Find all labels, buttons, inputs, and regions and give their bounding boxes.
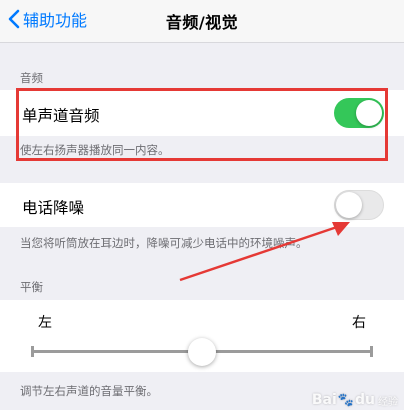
mono-audio-toggle[interactable] bbox=[334, 98, 384, 128]
phone-noise-toggle[interactable] bbox=[334, 190, 384, 220]
slider-tick-right bbox=[370, 346, 373, 357]
phone-noise-footer: 当您将听筒放在耳边时，降噪可减少电话中的环境噪声。 bbox=[20, 236, 308, 250]
balance-footer: 调节左右声道的音量平衡。 bbox=[20, 384, 158, 398]
phone-noise-label: 电话降噪 bbox=[22, 199, 85, 217]
toggle-knob bbox=[336, 192, 362, 218]
balance-slider-thumb[interactable] bbox=[188, 338, 216, 366]
watermark-sub: 经验 bbox=[378, 396, 398, 408]
toggle-knob bbox=[356, 100, 382, 126]
balance-left-label: 左 bbox=[38, 315, 52, 331]
section-header-audio: 音频 bbox=[20, 71, 43, 85]
baidu-watermark: Bai 🐾 du 经验 bbox=[312, 392, 398, 408]
balance-right-label: 右 bbox=[352, 315, 366, 331]
slider-tick-left bbox=[31, 346, 34, 357]
mono-audio-label: 单声道音频 bbox=[22, 107, 100, 125]
watermark-brand-pre: Bai bbox=[311, 392, 337, 408]
mono-audio-row: 单声道音频 bbox=[0, 90, 404, 136]
paw-icon: 🐾 bbox=[337, 392, 354, 408]
section-header-balance: 平衡 bbox=[20, 280, 43, 294]
navigation-bar: 辅助功能 音频/视觉 bbox=[0, 0, 404, 43]
page-title: 音频/视觉 bbox=[165, 13, 239, 32]
mono-audio-footer: 使左右扬声器播放同一内容。 bbox=[20, 143, 170, 157]
phone-noise-row: 电话降噪 bbox=[0, 183, 404, 227]
watermark-brand-post: du bbox=[355, 392, 375, 408]
